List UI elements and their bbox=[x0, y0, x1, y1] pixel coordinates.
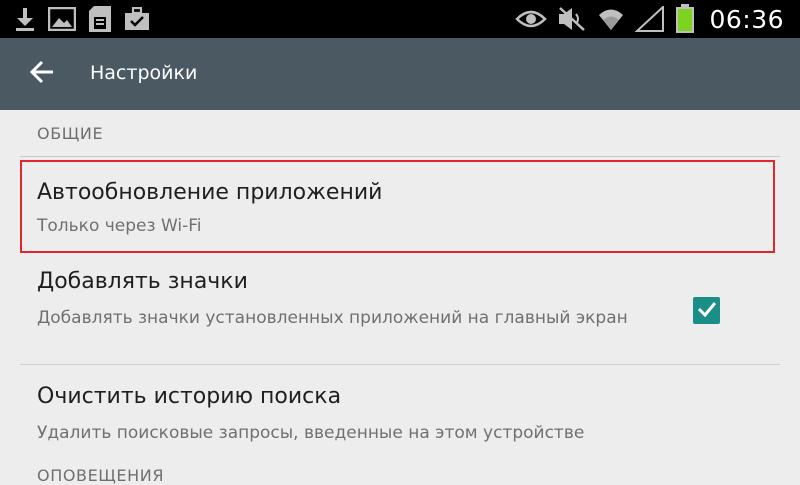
status-bar: 06:36 bbox=[0, 0, 800, 38]
section-header-general: ОБЩИЕ bbox=[37, 124, 104, 143]
section-header-notifications: ОПОВЕЩЕНИЯ bbox=[37, 466, 165, 485]
pref-title: Добавлять значки bbox=[37, 269, 248, 294]
checkmark-icon bbox=[697, 300, 717, 322]
pref-title: Автообновление приложений bbox=[37, 180, 383, 205]
clock: 06:36 bbox=[709, 4, 784, 34]
mute-icon bbox=[557, 6, 587, 32]
eye-icon bbox=[515, 8, 548, 30]
notification-icons bbox=[14, 5, 150, 33]
arrow-back-icon bbox=[29, 60, 55, 88]
wifi-icon bbox=[597, 6, 625, 32]
system-icons: 06:36 bbox=[515, 3, 784, 35]
pref-summary: Только через Wi-Fi bbox=[37, 216, 202, 236]
pref-summary: Добавлять значки установленных приложени… bbox=[37, 308, 628, 328]
download-icon bbox=[14, 6, 36, 32]
page-title: Настройки bbox=[90, 62, 198, 84]
add-icons-checkbox[interactable] bbox=[693, 297, 720, 324]
divider bbox=[20, 156, 780, 157]
pref-clear-history[interactable]: Очистить историю поиска Удалить поисковы… bbox=[20, 366, 780, 456]
back-button[interactable] bbox=[24, 56, 60, 92]
pref-auto-update[interactable]: Автообновление приложений Только через W… bbox=[20, 160, 780, 253]
gallery-icon bbox=[48, 7, 76, 31]
action-bar: Настройки bbox=[0, 38, 800, 110]
settings-list: ОБЩИЕ Автообновление приложений Только ч… bbox=[0, 110, 800, 485]
pref-add-icons[interactable]: Добавлять значки Добавлять значки устано… bbox=[20, 262, 780, 362]
pref-summary: Удалить поисковые запросы, введенные на … bbox=[37, 423, 585, 443]
battery-icon bbox=[675, 4, 695, 34]
sd-card-icon bbox=[88, 5, 112, 33]
signal-icon bbox=[635, 6, 665, 32]
briefcase-icon bbox=[124, 7, 150, 31]
divider bbox=[20, 364, 780, 365]
pref-title: Очистить историю поиска bbox=[37, 384, 342, 409]
